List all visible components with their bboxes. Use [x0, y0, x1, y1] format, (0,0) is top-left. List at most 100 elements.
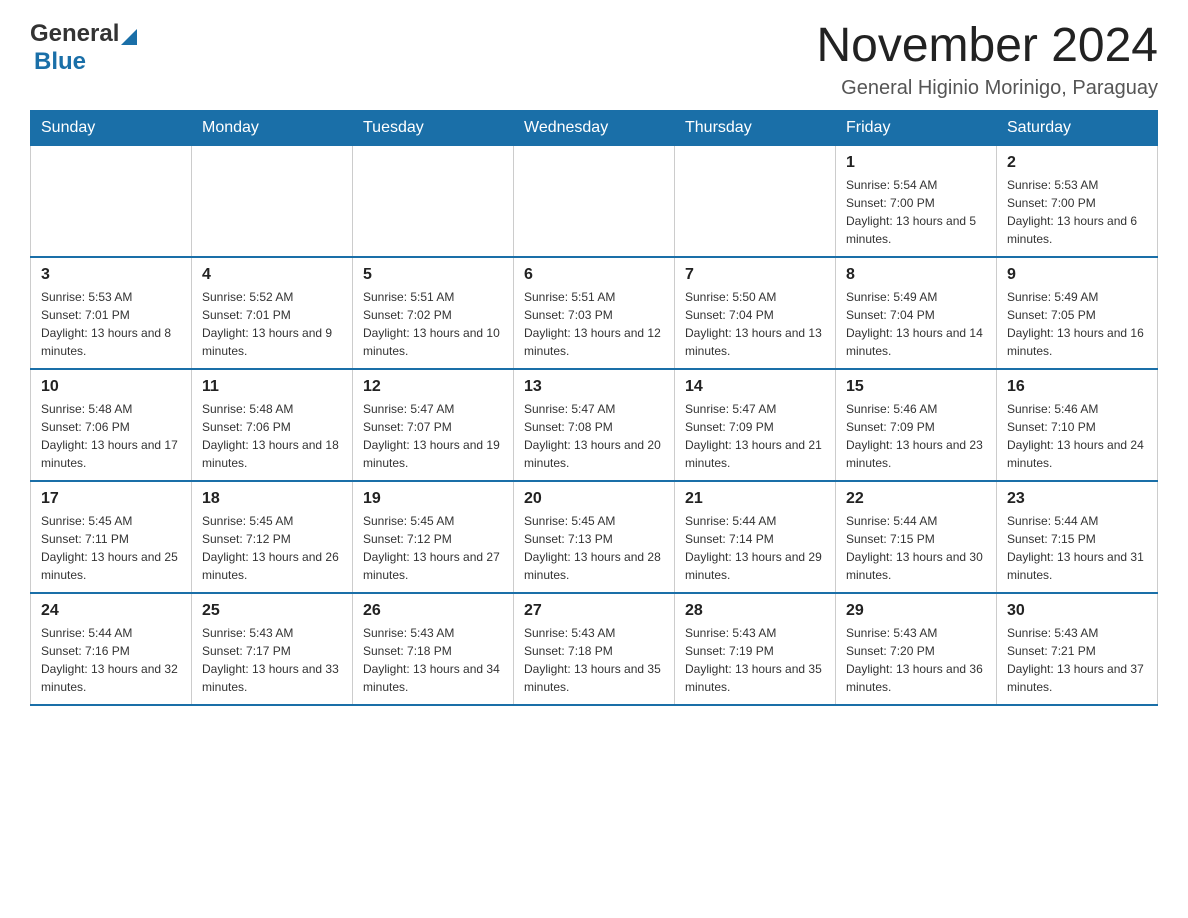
calendar-cell: 29 Sunrise: 5:43 AM Sunset: 7:20 PM Dayli… — [836, 593, 997, 705]
day-number: 30 — [1007, 602, 1147, 620]
day-header-tuesday: Tuesday — [353, 110, 514, 145]
day-number: 22 — [846, 490, 986, 508]
day-number: 26 — [363, 602, 503, 620]
day-number: 18 — [202, 490, 342, 508]
day-info: Sunrise: 5:47 AM Sunset: 7:07 PM Dayligh… — [363, 400, 503, 472]
day-info: Sunrise: 5:47 AM Sunset: 7:08 PM Dayligh… — [524, 400, 664, 472]
calendar-table: SundayMondayTuesdayWednesdayThursdayFrid… — [30, 110, 1158, 706]
calendar-cell: 11 Sunrise: 5:48 AM Sunset: 7:06 PM Dayli… — [192, 369, 353, 481]
calendar-cell: 15Sunrise: 5:46 AM Sunset: 7:09 PM Dayli… — [836, 369, 997, 481]
logo: General Blue — [30, 20, 137, 76]
calendar-header-row: SundayMondayTuesdayWednesdayThursdayFrid… — [31, 110, 1158, 145]
calendar-cell: 10Sunrise: 5:48 AM Sunset: 7:06 PM Dayli… — [31, 369, 192, 481]
day-header-thursday: Thursday — [675, 110, 836, 145]
day-info: Sunrise: 5:45 AM Sunset: 7:13 PM Dayligh… — [524, 512, 664, 584]
calendar-cell: 7Sunrise: 5:50 AM Sunset: 7:04 PM Daylig… — [675, 257, 836, 369]
day-info: Sunrise: 5:45 AM Sunset: 7:12 PM Dayligh… — [202, 512, 342, 584]
day-info: Sunrise: 5:44 AM Sunset: 7:16 PM Dayligh… — [41, 624, 181, 696]
calendar-cell: 14 Sunrise: 5:47 AM Sunset: 7:09 PM Dayli… — [675, 369, 836, 481]
calendar-cell: 8 Sunrise: 5:49 AM Sunset: 7:04 PM Daylig… — [836, 257, 997, 369]
calendar-cell: 30 Sunrise: 5:43 AM Sunset: 7:21 PM Dayli… — [997, 593, 1158, 705]
title-block: November 2024 General Higinio Morinigo, … — [816, 20, 1158, 100]
day-header-saturday: Saturday — [997, 110, 1158, 145]
calendar-cell: 16 Sunrise: 5:46 AM Sunset: 7:10 PM Dayli… — [997, 369, 1158, 481]
day-number: 1 — [846, 154, 986, 172]
day-info: Sunrise: 5:49 AM Sunset: 7:05 PM Dayligh… — [1007, 288, 1147, 360]
day-info: Sunrise: 5:43 AM Sunset: 7:21 PM Dayligh… — [1007, 624, 1147, 696]
day-header-monday: Monday — [192, 110, 353, 145]
day-info: Sunrise: 5:47 AM Sunset: 7:09 PM Dayligh… — [685, 400, 825, 472]
day-info: Sunrise: 5:43 AM Sunset: 7:18 PM Dayligh… — [363, 624, 503, 696]
calendar-cell — [31, 145, 192, 257]
logo-general-text: General — [30, 20, 119, 48]
calendar-cell — [353, 145, 514, 257]
calendar-cell: 22 Sunrise: 5:44 AM Sunset: 7:15 PM Dayli… — [836, 481, 997, 593]
day-info: Sunrise: 5:43 AM Sunset: 7:19 PM Dayligh… — [685, 624, 825, 696]
day-number: 10 — [41, 378, 181, 396]
day-info: Sunrise: 5:51 AM Sunset: 7:02 PM Dayligh… — [363, 288, 503, 360]
day-number: 3 — [41, 266, 181, 284]
day-number: 16 — [1007, 378, 1147, 396]
day-info: Sunrise: 5:48 AM Sunset: 7:06 PM Dayligh… — [202, 400, 342, 472]
calendar-cell: 27 Sunrise: 5:43 AM Sunset: 7:18 PM Dayli… — [514, 593, 675, 705]
calendar-cell: 20 Sunrise: 5:45 AM Sunset: 7:13 PM Dayli… — [514, 481, 675, 593]
calendar-week-row: 3 Sunrise: 5:53 AM Sunset: 7:01 PM Daylig… — [31, 257, 1158, 369]
day-number: 13 — [524, 378, 664, 396]
day-info: Sunrise: 5:45 AM Sunset: 7:12 PM Dayligh… — [363, 512, 503, 584]
calendar-cell: 6Sunrise: 5:51 AM Sunset: 7:03 PM Daylig… — [514, 257, 675, 369]
day-number: 2 — [1007, 154, 1147, 172]
day-number: 15 — [846, 378, 986, 396]
day-number: 29 — [846, 602, 986, 620]
day-number: 24 — [41, 602, 181, 620]
calendar-cell: 1Sunrise: 5:54 AM Sunset: 7:00 PM Daylig… — [836, 145, 997, 257]
day-info: Sunrise: 5:44 AM Sunset: 7:15 PM Dayligh… — [846, 512, 986, 584]
day-info: Sunrise: 5:53 AM Sunset: 7:00 PM Dayligh… — [1007, 176, 1147, 248]
day-number: 14 — [685, 378, 825, 396]
day-number: 20 — [524, 490, 664, 508]
day-number: 11 — [202, 378, 342, 396]
calendar-week-row: 24 Sunrise: 5:44 AM Sunset: 7:16 PM Dayli… — [31, 593, 1158, 705]
day-number: 19 — [363, 490, 503, 508]
day-info: Sunrise: 5:43 AM Sunset: 7:20 PM Dayligh… — [846, 624, 986, 696]
calendar-cell: 18 Sunrise: 5:45 AM Sunset: 7:12 PM Dayli… — [192, 481, 353, 593]
day-info: Sunrise: 5:53 AM Sunset: 7:01 PM Dayligh… — [41, 288, 181, 360]
day-number: 4 — [202, 266, 342, 284]
day-info: Sunrise: 5:46 AM Sunset: 7:10 PM Dayligh… — [1007, 400, 1147, 472]
day-header-sunday: Sunday — [31, 110, 192, 145]
calendar-cell: 28Sunrise: 5:43 AM Sunset: 7:19 PM Dayli… — [675, 593, 836, 705]
page-header: General Blue November 2024 General Higin… — [30, 20, 1158, 100]
calendar-cell: 26 Sunrise: 5:43 AM Sunset: 7:18 PM Dayli… — [353, 593, 514, 705]
calendar-week-row: 10 Sunrise: 5:48 AM Sunset: 7:06 PM Dayli… — [31, 369, 1158, 481]
day-header-wednesday: Wednesday — [514, 110, 675, 145]
day-info: Sunrise: 5:43 AM Sunset: 7:18 PM Dayligh… — [524, 624, 664, 696]
day-number: 5 — [363, 266, 503, 284]
calendar-cell: 2 Sunrise: 5:53 AM Sunset: 7:00 PM Daylig… — [997, 145, 1158, 257]
day-number: 6 — [524, 266, 664, 284]
day-number: 23 — [1007, 490, 1147, 508]
calendar-title: November 2024 — [816, 20, 1158, 73]
calendar-cell: 4Sunrise: 5:52 AM Sunset: 7:01 PM Daylig… — [192, 257, 353, 369]
day-number: 27 — [524, 602, 664, 620]
calendar-cell: 9 Sunrise: 5:49 AM Sunset: 7:05 PM Daylig… — [997, 257, 1158, 369]
calendar-cell — [192, 145, 353, 257]
day-number: 8 — [846, 266, 986, 284]
day-number: 25 — [202, 602, 342, 620]
day-info: Sunrise: 5:44 AM Sunset: 7:14 PM Dayligh… — [685, 512, 825, 584]
calendar-cell: 5 Sunrise: 5:51 AM Sunset: 7:02 PM Daylig… — [353, 257, 514, 369]
calendar-cell — [514, 145, 675, 257]
logo-triangle-icon — [121, 29, 137, 45]
calendar-subtitle: General Higinio Morinigo, Paraguay — [816, 77, 1158, 100]
calendar-cell: 23Sunrise: 5:44 AM Sunset: 7:15 PM Dayli… — [997, 481, 1158, 593]
calendar-cell: 24 Sunrise: 5:44 AM Sunset: 7:16 PM Dayli… — [31, 593, 192, 705]
day-info: Sunrise: 5:49 AM Sunset: 7:04 PM Dayligh… — [846, 288, 986, 360]
calendar-cell: 3 Sunrise: 5:53 AM Sunset: 7:01 PM Daylig… — [31, 257, 192, 369]
day-number: 17 — [41, 490, 181, 508]
day-number: 9 — [1007, 266, 1147, 284]
calendar-cell: 21 Sunrise: 5:44 AM Sunset: 7:14 PM Dayli… — [675, 481, 836, 593]
day-header-friday: Friday — [836, 110, 997, 145]
day-number: 21 — [685, 490, 825, 508]
calendar-cell — [675, 145, 836, 257]
day-number: 12 — [363, 378, 503, 396]
calendar-cell: 17Sunrise: 5:45 AM Sunset: 7:11 PM Dayli… — [31, 481, 192, 593]
calendar-cell: 12 Sunrise: 5:47 AM Sunset: 7:07 PM Dayli… — [353, 369, 514, 481]
